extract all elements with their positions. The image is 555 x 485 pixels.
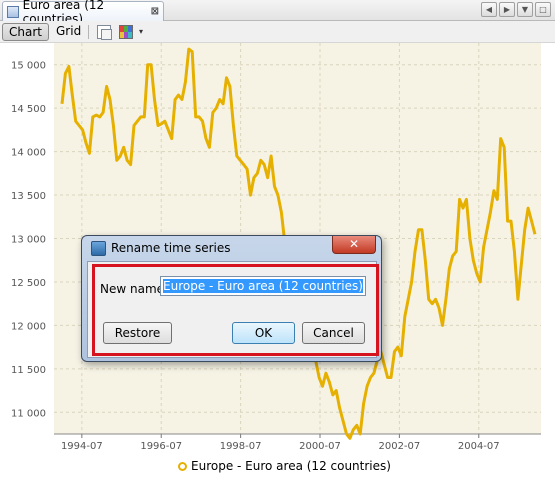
copy-icon[interactable] [97,25,112,40]
dialog-title: Rename time series [111,241,231,255]
dialog-titlebar[interactable]: Rename time series ✕ [82,236,381,262]
scroll-left-icon[interactable]: ◀ [481,2,497,17]
window-controls: ◀ ▶ ▼ □ [481,2,551,17]
y-tick-label: 12 500 [11,278,46,289]
x-tick-label: 2000-07 [299,441,341,452]
restore-button[interactable]: Restore [103,322,172,344]
maximize-icon[interactable]: □ [535,2,551,17]
x-tick-label: 2004-07 [458,441,500,452]
new-name-input[interactable]: Europe - Euro area (12 countries) [160,276,366,296]
legend-marker-icon [178,461,187,471]
chart-document-icon [7,5,19,18]
chart-view-button[interactable]: Chart [2,23,49,41]
x-tick-label: 2002-07 [378,441,420,452]
y-tick-label: 11 500 [11,365,46,376]
x-tick-label: 1998-07 [220,441,262,452]
close-icon[interactable]: ⊠ [151,6,159,17]
toolbar-separator [88,25,89,39]
dialog-close-button[interactable]: ✕ [332,236,376,254]
palette-icon[interactable] [119,25,133,39]
y-tick-label: 14 000 [11,148,46,159]
y-tick-label: 13 500 [11,191,46,202]
y-tick-label: 11 000 [11,408,46,419]
dialog-body: New name: Europe - Euro area (12 countri… [87,261,379,358]
y-tick-label: 14 500 [11,104,46,115]
rename-dialog: Rename time series ✕ New name: Europe - … [81,235,382,362]
y-tick-label: 15 000 [11,61,46,72]
chevron-down-icon[interactable]: ▾ [139,27,143,36]
app-icon [91,241,106,256]
legend-label: Europe - Euro area (12 countries) [191,459,391,473]
x-tick-label: 1996-07 [140,441,182,452]
scroll-right-icon[interactable]: ▶ [499,2,515,17]
x-tick-label: 1994-07 [61,441,103,452]
tab-bar: Euro area (12 countries) ⊠ ◀ ▶ ▼ □ [0,0,555,26]
toolbar: Chart Grid ▾ [0,21,555,43]
cancel-button[interactable]: Cancel [302,322,365,344]
y-tick-label: 13 000 [11,235,46,246]
tab-list-icon[interactable]: ▼ [517,2,533,17]
selected-text: Europe - Euro area (12 countries) [163,279,363,293]
y-tick-label: 12 000 [11,321,46,332]
new-name-label: New name: [100,282,169,296]
legend[interactable]: Europe - Euro area (12 countries) [178,459,391,473]
tab-euro-area[interactable]: Euro area (12 countries) ⊠ [2,0,164,26]
ok-button[interactable]: OK [232,322,295,344]
grid-view-button[interactable]: Grid [50,23,87,41]
